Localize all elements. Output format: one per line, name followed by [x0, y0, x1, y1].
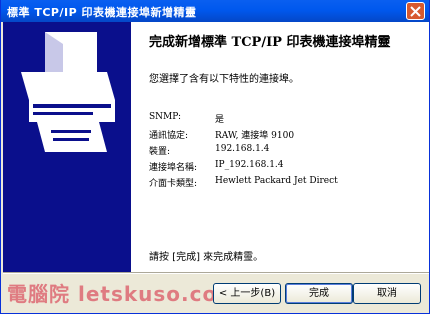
watermark-logo: 電腦院 letskuso.com — [7, 282, 240, 306]
field-label: 通訊協定: — [149, 131, 189, 141]
page-title: 完成新增標準 TCP/IP 印表機連接埠精靈 — [149, 35, 391, 50]
wizard-content: 完成新增標準 TCP/IP 印表機連接埠精靈 您選擇了含有以下特性的連接埠。 S… — [131, 22, 429, 272]
field-label: 裝置: — [149, 147, 171, 157]
field-value: RAW, 連接埠 9100 — [215, 131, 295, 141]
wizard-window: 標準 TCP/IP 印表機連接埠新增精靈 完成新增標準 TCP/IP 印表機連接… — [0, 0, 430, 314]
close-button[interactable] — [406, 2, 425, 20]
field-label: 介面卡類型: — [149, 179, 198, 189]
printer-icon — [3, 22, 131, 272]
divider — [3, 272, 429, 274]
wizard-banner — [3, 22, 131, 272]
field-value: IP_192.168.1.4 — [215, 160, 284, 170]
field-value: 是 — [215, 115, 225, 125]
field-label: 連接埠名稱: — [149, 163, 198, 173]
cancel-button[interactable]: 取消 — [353, 283, 421, 304]
title-bar[interactable]: 標準 TCP/IP 印表機連接埠新增精靈 — [1, 0, 429, 22]
field-label: SNMP: — [149, 112, 182, 122]
intro-text: 您選擇了含有以下特性的連接埠。 — [149, 74, 299, 85]
close-icon — [410, 6, 421, 17]
field-value: Hewlett Packard Jet Direct — [215, 176, 338, 186]
finish-instruction: 請按 [完成] 來完成精靈。 — [149, 252, 264, 263]
field-value: 192.168.1.4 — [215, 144, 270, 154]
back-button[interactable]: < 上一步(B) — [213, 283, 281, 304]
window-title: 標準 TCP/IP 印表機連接埠新增精靈 — [7, 6, 197, 19]
finish-button[interactable]: 完成 — [285, 283, 353, 304]
